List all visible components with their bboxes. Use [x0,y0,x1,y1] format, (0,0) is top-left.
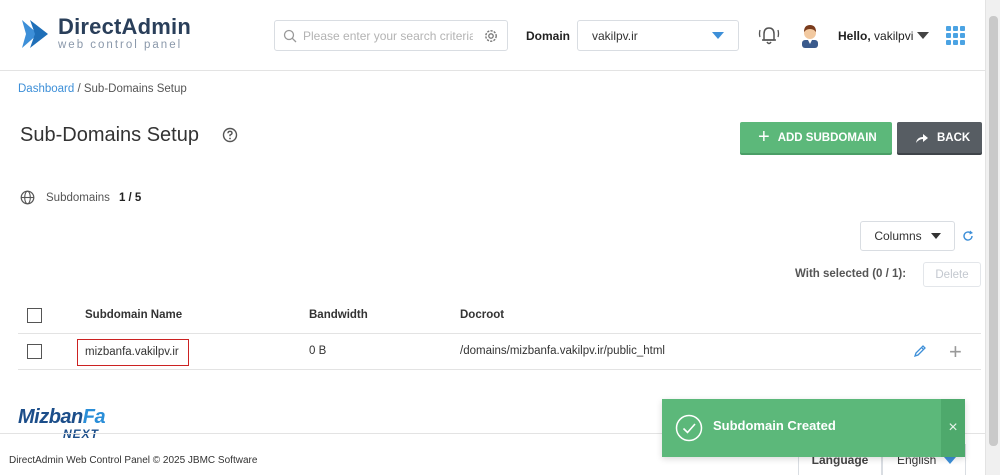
success-toast: Subdomain Created × [662,399,965,457]
subdomains-label: Subdomains [46,191,110,204]
refresh-icon[interactable] [962,230,974,242]
table-header-row: Subdomain Name Bandwidth Docroot [18,298,981,334]
breadcrumb-current: / Sub-Domains Setup [74,83,187,95]
footer-copyright: DirectAdmin Web Control Panel © 2025 JBM… [9,455,258,466]
toast-close-button[interactable]: × [941,399,965,457]
with-selected-label: With selected (0 / 1): [795,268,907,280]
plus-icon: + [758,125,770,148]
add-subdomain-button[interactable]: + ADD SUBDOMAIN [740,122,892,153]
directadmin-logo-icon [22,20,48,48]
search-box [274,20,508,51]
subdomain-usage: Subdomains 1 / 5 [20,190,141,205]
mizbanfa-logo: MizbanFa NEXT [18,406,106,441]
user-greeting[interactable]: Hello, vakilpvi [838,29,913,43]
search-input[interactable] [303,28,473,43]
page-scrollbar[interactable] [985,0,1000,475]
columns-label: Columns [874,229,922,243]
column-header-bandwidth[interactable]: Bandwidth [309,309,368,321]
domain-select[interactable]: vakilpv.ir [577,20,739,51]
column-header-docroot[interactable]: Docroot [460,309,504,321]
back-button[interactable]: BACK [897,122,982,153]
search-settings-gear-icon[interactable] [483,28,499,44]
domain-label: Domain [526,29,571,43]
subdomains-count: 1 / 5 [118,191,142,204]
subdomain-name-cell[interactable]: mizbanfa.vakilpv.ir [77,339,189,366]
add-subdomain-label: ADD SUBDOMAIN [777,131,877,144]
expand-plus-icon[interactable]: + [949,341,962,363]
user-avatar-icon[interactable] [799,22,821,48]
username: vakilpvi [874,29,914,43]
breadcrumb-dashboard-link[interactable]: Dashboard [18,83,74,95]
search-icon [283,29,297,42]
edit-pencil-icon[interactable] [913,344,927,358]
delete-button[interactable]: Delete [923,262,981,287]
page: DirectAdmin web control panel Domain vak… [0,0,1000,475]
toast-message: Subdomain Created [713,418,836,433]
row-checkbox[interactable] [27,344,42,359]
column-header-subdomain-name[interactable]: Subdomain Name [85,309,182,321]
page-title: Sub-Domains Setup [20,124,199,146]
apps-grid-icon[interactable] [946,26,965,45]
notification-bell-icon[interactable] [757,24,781,46]
brand-suffix: NEXT [63,427,100,441]
greeting-prefix: Hello, [838,29,871,43]
app-name: DirectAdmin [58,14,191,40]
domain-select-value: vakilpv.ir [592,28,638,43]
table-row: mizbanfa.vakilpv.ir 0 B /domains/mizbanf… [18,334,981,370]
directadmin-logo[interactable]: DirectAdmin web control panel [16,16,191,52]
brand-name-a: Mizban [18,406,83,428]
top-header: DirectAdmin web control panel Domain vak… [0,0,985,71]
breadcrumb: Dashboard / Sub-Domains Setup [18,83,187,95]
globe-icon [20,190,35,205]
select-all-checkbox[interactable] [27,308,42,323]
chevron-down-icon [930,233,941,239]
help-icon[interactable] [222,127,238,143]
chevron-down-icon [944,456,957,464]
bandwidth-cell: 0 B [309,345,327,357]
user-menu-chevron-icon[interactable] [917,32,929,39]
back-button-label: BACK [937,131,971,144]
app-tagline: web control panel [58,39,183,52]
subdomains-table: Subdomain Name Bandwidth Docroot mizbanf… [18,298,981,370]
docroot-cell[interactable]: /domains/mizbanfa.vakilpv.ir/public_html [460,345,665,357]
brand-name-b: Fa [82,406,106,428]
columns-dropdown-button[interactable]: Columns [860,221,955,251]
check-circle-icon [675,414,703,442]
scrollbar-thumb[interactable] [989,16,998,446]
chevron-down-icon [712,32,724,39]
back-arrow-icon [916,133,928,143]
